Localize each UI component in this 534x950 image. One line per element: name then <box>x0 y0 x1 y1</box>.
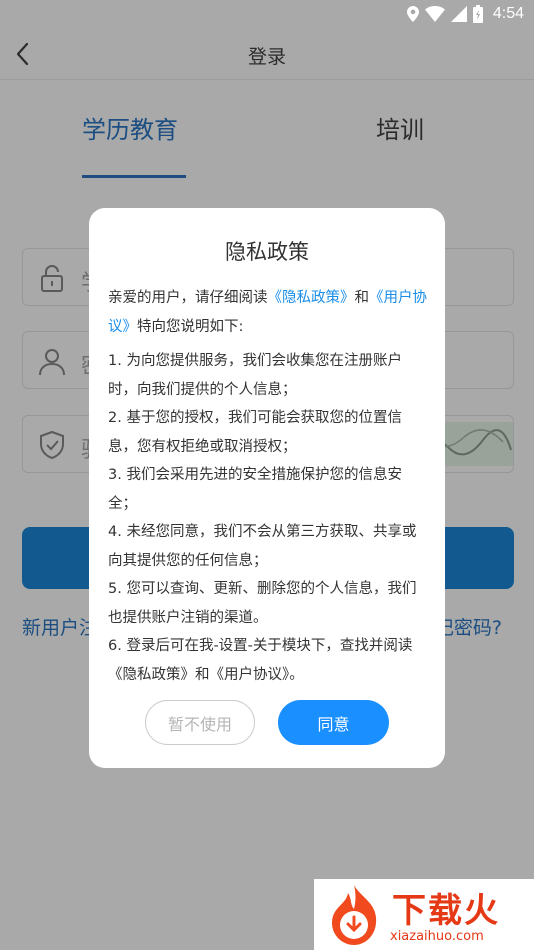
policy-item: 4. 未经您同意，我们不会从第三方获取、共享或向其提供您的任何信息； <box>108 524 417 569</box>
status-icons: 4:54 <box>406 4 524 24</box>
battery-charging-icon <box>472 5 483 23</box>
shield-check-icon <box>40 430 64 460</box>
status-bar: 4:54 <box>0 0 534 28</box>
active-tab-indicator <box>82 175 186 178</box>
dialog-intro: 亲爱的用户，请仔细阅读《隐私政策》和《用户协议》特向您说明如下: <box>108 290 427 335</box>
dialog-title: 隐私政策 <box>225 240 309 264</box>
watermark: 下载火 xiazaihuo.com <box>314 879 534 950</box>
policy-item: 6. 登录后可在我-设置-关于模块下，查找并阅读《隐私政策》和《用户协议》。 <box>108 638 413 683</box>
app-header: 登录 <box>0 28 534 80</box>
policy-item: 1. 为向您提供服务，我们会收集您在注册账户时，向我们提供的个人信息； <box>108 353 402 398</box>
page-title: 登录 <box>247 46 286 68</box>
lock-icon <box>41 265 63 292</box>
status-time: 4:54 <box>492 5 524 22</box>
watermark-text: 下载火 <box>392 891 500 931</box>
tab-academic-education[interactable]: 学历教育 <box>82 110 178 145</box>
dialog-body: 亲爱的用户，请仔细阅读《隐私政策》和《用户协议》特向您说明如下: 1. 为向您提… <box>108 284 429 689</box>
login-tabs: 学历教育 培训 <box>0 80 534 180</box>
wifi-icon <box>424 6 445 22</box>
user-icon <box>39 349 65 376</box>
privacy-policy-link[interactable]: 《隐私政策》 <box>268 290 355 306</box>
location-icon <box>406 6 419 22</box>
policy-item: 3. 我们会采用先进的安全措施保护您的信息安全； <box>108 467 402 512</box>
watermark-url: xiazaihuo.com <box>390 929 484 944</box>
privacy-policy-dialog: 隐私政策 亲爱的用户，请仔细阅读《隐私政策》和《用户协议》特向您说明如下: 1.… <box>89 208 445 768</box>
tab-training[interactable]: 培训 <box>376 110 424 145</box>
policy-item: 2. 基于您的授权，我们可能会获取您的位置信息，您有权拒绝或取消授权； <box>108 410 402 455</box>
agree-button[interactable]: 同意 <box>278 700 389 745</box>
decline-button[interactable]: 暂不使用 <box>145 700 255 745</box>
signal-icon <box>450 6 467 22</box>
flame-logo-icon <box>332 885 377 945</box>
policy-item: 5. 您可以查询、更新、删除您的个人信息，我们也提供账户注销的渠道。 <box>108 581 417 626</box>
register-link[interactable]: 新用户注 <box>22 613 98 640</box>
